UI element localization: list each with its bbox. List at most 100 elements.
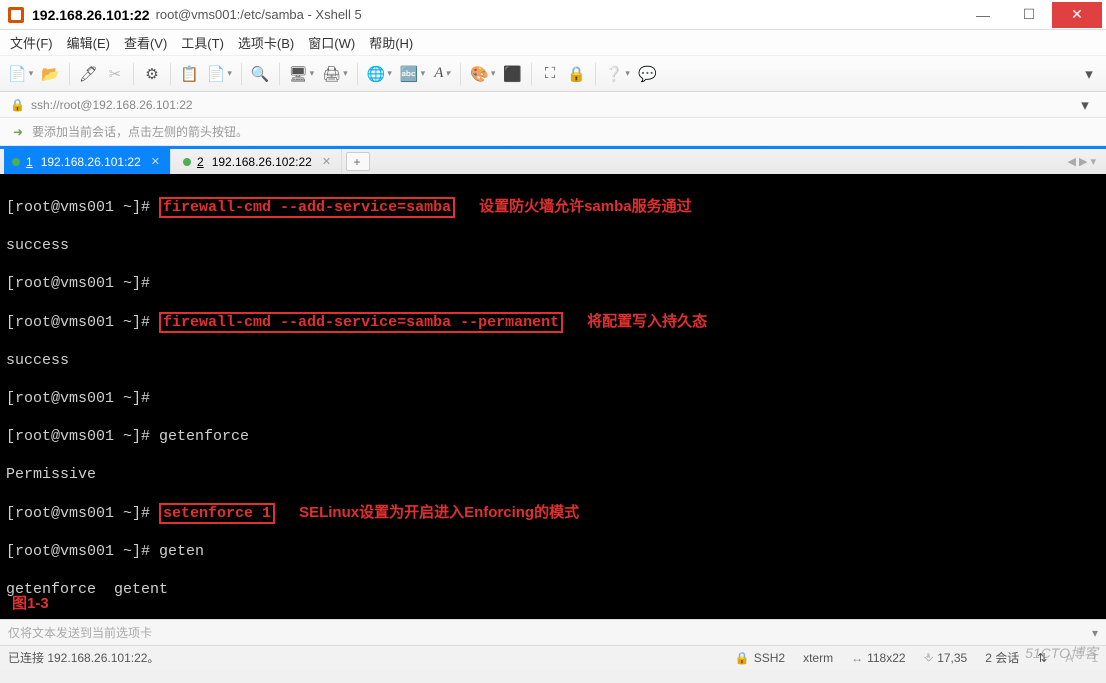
copy-icon[interactable]: 📋 <box>178 63 201 85</box>
prompt-cmd: [root@vms001 ~]# getenforce <box>6 618 1100 619</box>
disconnect-icon[interactable]: ✂ <box>104 63 126 85</box>
menu-help[interactable]: 帮助(H) <box>369 33 413 52</box>
window-title-host: 192.168.26.101:22 <box>32 7 150 23</box>
add-session-arrow-icon[interactable]: ➜ <box>10 124 26 140</box>
annotation: 设置防火墙允许samba服务通过 <box>479 198 692 215</box>
close-button[interactable]: ✕ <box>1052 2 1102 28</box>
hint-text: 要添加当前会话，点击左侧的箭头按钮。 <box>32 123 248 140</box>
find-icon[interactable]: 🔍 <box>249 63 272 85</box>
prompt: [root@vms001 ~]# <box>6 199 159 216</box>
figure-label: 图1-3 <box>12 594 49 613</box>
session-tab-1[interactable]: 1 192.168.26.101:22 ✕ <box>4 149 171 174</box>
output: success <box>6 236 1100 255</box>
reconnect-icon[interactable]: 🖊 <box>77 63 100 85</box>
separator <box>69 63 70 85</box>
annotation: SELinux设置为开启进入Enforcing的模式 <box>299 504 579 521</box>
cmd-setenforce: setenforce 1 <box>159 503 275 524</box>
print-icon[interactable]: 🖨 <box>320 63 350 85</box>
window-buttons: — ☐ ✕ <box>960 2 1102 28</box>
cmd-firewall-perm: firewall-cmd --add-service=samba --perma… <box>159 312 563 333</box>
separator <box>170 63 171 85</box>
highlight-icon[interactable]: ⬛ <box>501 63 524 85</box>
output: Permissive <box>6 465 1100 484</box>
annotation: 将配置写入持久态 <box>587 313 707 330</box>
tab-label: 192.168.26.102:22 <box>212 155 312 169</box>
paste-icon[interactable]: 📄 <box>205 63 234 85</box>
session-tab-2[interactable]: 2 192.168.26.102:22 ✕ <box>175 149 342 174</box>
menu-window[interactable]: 窗口(W) <box>308 33 355 52</box>
app-icon <box>8 7 24 23</box>
window-title-sub: root@vms001:/etc/samba - Xshell 5 <box>156 7 362 22</box>
separator <box>279 63 280 85</box>
hint-bar: ➜ 要添加当前会话，点击左侧的箭头按钮。 <box>0 118 1106 146</box>
send-input[interactable]: 仅将文本发送到当前选项卡 <box>8 624 1092 641</box>
minimize-button[interactable]: — <box>960 2 1006 28</box>
menu-file[interactable]: 文件(F) <box>10 33 53 52</box>
toolbar-overflow-icon[interactable]: ▾ <box>1078 63 1100 85</box>
prompt-cmd: [root@vms001 ~]# geten <box>6 542 1100 561</box>
properties-icon[interactable]: ⚙ <box>141 63 163 85</box>
status-termtype: xterm <box>803 651 833 665</box>
tab-close-icon[interactable]: ✕ <box>322 155 331 168</box>
prompt-cmd: [root@vms001 ~]# getenforce <box>6 427 1100 446</box>
prompt: [root@vms001 ~]# <box>6 505 159 522</box>
status-size: ↔118x22 <box>851 651 905 665</box>
tab-close-icon[interactable]: ✕ <box>151 155 160 168</box>
open-icon[interactable]: 📂 <box>39 63 62 85</box>
tab-number: 2 <box>197 155 204 169</box>
address-overflow-icon[interactable]: ▾ <box>1074 94 1096 116</box>
cmd-firewall-add: firewall-cmd --add-service=samba <box>159 197 455 218</box>
status-connection: 已连接 192.168.26.101:22。 <box>8 649 159 666</box>
terminal[interactable]: [root@vms001 ~]# firewall-cmd --add-serv… <box>0 174 1106 619</box>
transfer-icon[interactable]: 🖥 <box>287 63 317 85</box>
lock-small-icon: 🔒 <box>10 98 25 112</box>
menu-view[interactable]: 查看(V) <box>124 33 167 52</box>
prompt: [root@vms001 ~]# <box>6 314 159 331</box>
tab-strip: 1 192.168.26.101:22 ✕ 2 192.168.26.102:2… <box>0 146 1106 174</box>
lock-icon[interactable]: 🔒 <box>565 63 588 85</box>
separator <box>531 63 532 85</box>
color-icon[interactable]: 🎨 <box>468 63 497 85</box>
separator <box>241 63 242 85</box>
menu-tools[interactable]: 工具(T) <box>181 33 224 52</box>
address-bar: 🔒 ssh://root@192.168.26.101:22 ▾ <box>0 92 1106 118</box>
output: success <box>6 351 1100 370</box>
language-icon[interactable]: 🌐 <box>365 63 394 85</box>
separator <box>357 63 358 85</box>
separator <box>133 63 134 85</box>
tab-nav-arrows[interactable]: ◀ ▶ ▾ <box>1067 149 1102 174</box>
status-cursor: ⎀17,35 <box>924 650 968 665</box>
status-updown-icon[interactable]: ⇅ <box>1037 651 1047 665</box>
tab-label: 192.168.26.101:22 <box>41 155 141 169</box>
menubar: 文件(F) 编辑(E) 查看(V) 工具(T) 选项卡(B) 窗口(W) 帮助(… <box>0 30 1106 56</box>
status-protocol: 🔒SSH2 <box>735 651 785 665</box>
maximize-button[interactable]: ☐ <box>1006 2 1052 28</box>
encoding-icon[interactable]: 🔤 <box>398 63 427 85</box>
output: getenforce getent <box>6 580 1100 599</box>
separator <box>460 63 461 85</box>
separator <box>595 63 596 85</box>
tab-number: 1 <box>26 155 33 169</box>
titlebar: 192.168.26.101:22 root@vms001:/etc/samba… <box>0 0 1106 30</box>
status-dot-icon <box>12 158 20 166</box>
resize-icon: ↔ <box>851 651 863 665</box>
toolbar: 📄 📂 🖊 ✂ ⚙ 📋 📄 🔍 🖥 🖨 🌐 🔤 A 🎨 ⬛ ⛶ 🔒 ❔ 💬 ▾ <box>0 56 1106 92</box>
add-tab-button[interactable]: + <box>346 152 370 171</box>
address-url[interactable]: ssh://root@192.168.26.101:22 <box>31 98 193 112</box>
position-icon: ⎀ <box>924 650 934 665</box>
status-num-icon: 1 <box>1091 651 1098 665</box>
fullscreen-icon[interactable]: ⛶ <box>539 63 561 85</box>
send-target[interactable]: ▾ <box>1092 626 1098 640</box>
help-icon[interactable]: ❔ <box>603 63 632 85</box>
prompt: [root@vms001 ~]# <box>6 274 1100 293</box>
font-icon[interactable]: A <box>431 63 453 85</box>
lock-icon: 🔒 <box>735 651 750 665</box>
status-cap-icon: A <box>1065 651 1073 665</box>
status-sessions: 2 会话 <box>985 649 1019 666</box>
menu-tabs[interactable]: 选项卡(B) <box>238 33 294 52</box>
menu-edit[interactable]: 编辑(E) <box>67 33 110 52</box>
new-session-icon[interactable]: 📄 <box>6 63 35 85</box>
prompt: [root@vms001 ~]# <box>6 389 1100 408</box>
feedback-icon[interactable]: 💬 <box>636 63 659 85</box>
status-dot-icon <box>183 158 191 166</box>
